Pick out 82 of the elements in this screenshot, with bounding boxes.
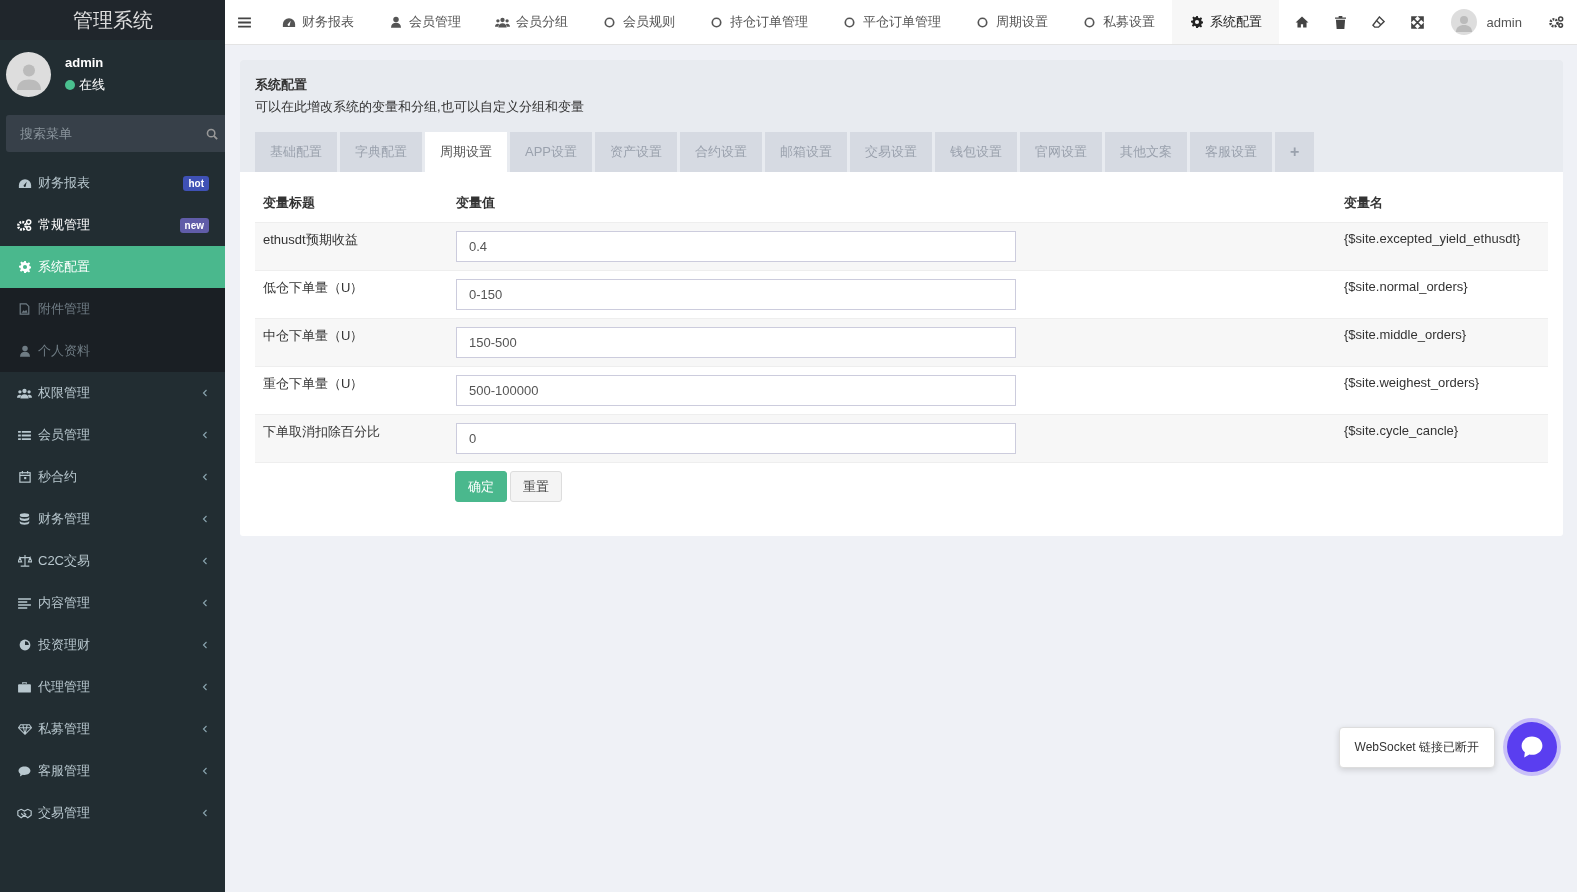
sidebar-menu-item[interactable]: 投资理财 <box>0 624 225 666</box>
image-file-icon <box>17 303 32 315</box>
nav-tab[interactable]: 周期设置 <box>958 0 1065 44</box>
variable-name: {$site.normal_orders} <box>1336 270 1548 319</box>
settings-icon <box>1189 16 1204 28</box>
variable-value-field[interactable]: 0 <box>456 423 1016 454</box>
scale-icon <box>17 555 32 567</box>
variable-name: {$site.cycle_cancle} <box>1336 414 1548 463</box>
sidebar-menu-item[interactable]: 秒合约 <box>0 456 225 498</box>
gauge-icon <box>281 16 296 28</box>
list-icon <box>17 429 32 441</box>
sidebar-menu-item[interactable]: 财务报表 hot <box>0 162 225 204</box>
column-header: 变量名 <box>1336 184 1548 223</box>
circle-icon <box>842 16 857 28</box>
nav-tab[interactable]: 私募设置 <box>1065 0 1172 44</box>
sidebar-menu-item[interactable]: 交易管理 <box>0 792 225 834</box>
variable-value-field[interactable]: 0-150 <box>456 279 1016 310</box>
sidebar-menu-item[interactable]: 代理管理 <box>0 666 225 708</box>
variable-value-field[interactable]: 500-100000 <box>456 375 1016 406</box>
online-status: 在线 <box>79 76 105 94</box>
variable-title: 低仓下单量（U） <box>255 270 448 319</box>
gears-icon <box>17 219 32 231</box>
column-header: 变量值 <box>448 184 1039 223</box>
nav-tab[interactable]: 会员分组 <box>478 0 585 44</box>
variable-value-field[interactable]: 0.4 <box>456 231 1016 262</box>
config-tab[interactable]: 周期设置 <box>425 132 507 172</box>
briefcase-icon <box>17 681 32 693</box>
variable-value-field[interactable]: 150-500 <box>456 327 1016 358</box>
database-icon <box>17 513 32 525</box>
sidebar-menu-item[interactable]: 常规管理 new <box>0 204 225 246</box>
pie-icon <box>17 639 32 651</box>
variable-title: 重仓下单量（U） <box>255 366 448 415</box>
variable-title: 下单取消扣除百分比 <box>255 414 448 463</box>
nav-tab[interactable]: 持仓订单管理 <box>692 0 825 44</box>
sidebar-menu-item[interactable]: 权限管理 <box>0 372 225 414</box>
lines-icon <box>17 597 32 609</box>
avatar <box>6 52 51 97</box>
speech-bubble-icon <box>1519 734 1545 760</box>
menu-badge: new <box>179 217 209 233</box>
sidebar-menu-item[interactable]: 财务管理 <box>0 498 225 540</box>
sidebar-menu-item[interactable]: 私募管理 <box>0 708 225 750</box>
users-icon <box>495 16 510 28</box>
speech-bubble-icon <box>17 765 32 777</box>
calendar-icon <box>17 471 32 483</box>
settings-icon <box>17 261 32 273</box>
menu-badge: hot <box>183 175 209 191</box>
nav-tab[interactable]: 平仓订单管理 <box>825 0 958 44</box>
sidebar-menu-item[interactable]: 内容管理 <box>0 582 225 624</box>
circle-icon <box>1082 16 1097 28</box>
submenu-item[interactable]: 个人资料 <box>0 330 225 372</box>
nav-tab[interactable]: 系统配置 <box>1172 0 1279 44</box>
column-header: 变量标题 <box>255 184 448 223</box>
submenu-item[interactable]: 附件管理 <box>0 288 225 330</box>
diamond-icon <box>17 723 32 735</box>
circle-icon <box>709 16 724 28</box>
variable-name: {$site.weighest_orders} <box>1336 366 1548 415</box>
reset-button[interactable]: 重置 <box>510 471 562 502</box>
brand-title: 管理系统 <box>0 0 225 40</box>
sidebar-menu-item[interactable]: 会员管理 <box>0 414 225 456</box>
variable-name: {$site.middle_orders} <box>1336 318 1548 367</box>
circle-icon <box>975 16 990 28</box>
gauge-icon <box>17 177 32 189</box>
sidebar-menu-item[interactable]: C2C交易 <box>0 540 225 582</box>
online-status-dot <box>65 80 75 90</box>
variable-name: {$site.excepted_yield_ethusdt} <box>1336 222 1548 271</box>
variable-title: ethusdt预期收益 <box>255 222 448 271</box>
panel-title: 系统配置 <box>255 76 308 94</box>
user-name: admin <box>65 55 105 70</box>
user-icon <box>17 345 32 357</box>
nav-tab[interactable]: 会员规则 <box>585 0 692 44</box>
nav-tab[interactable]: 会员管理 <box>371 0 478 44</box>
menu-search-field[interactable]: 搜索菜单 <box>6 115 225 152</box>
user-menu[interactable]: admin <box>1436 0 1536 44</box>
panel-description: 可以在此增改系统的变量和分组,也可以自定义分组和变量 <box>255 98 585 116</box>
user-icon <box>388 16 403 28</box>
toast-message: WebSocket 链接已断开 <box>1338 726 1495 768</box>
variable-title: 中仓下单量（U） <box>255 318 448 367</box>
sidebar-menu-item[interactable]: 客服管理 <box>0 750 225 792</box>
avatar <box>1450 9 1477 35</box>
nav-tab[interactable]: 财务报表 <box>264 0 371 44</box>
circle-icon <box>602 16 617 28</box>
users-icon <box>17 387 32 399</box>
